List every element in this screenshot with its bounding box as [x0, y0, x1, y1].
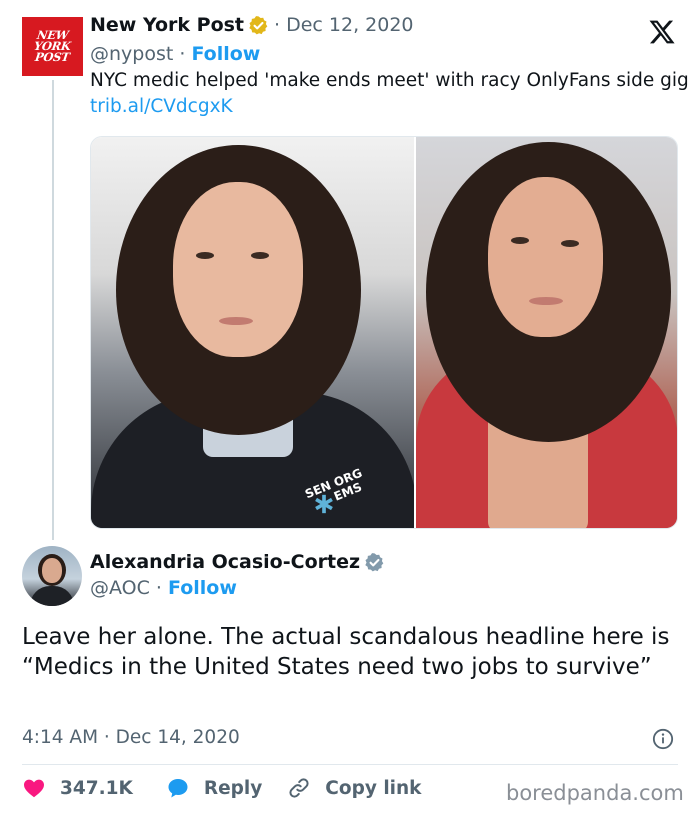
author-handle[interactable]: @AOC	[90, 577, 150, 599]
divider	[22, 764, 678, 765]
author-row: Alexandria Ocasio-Cortez	[90, 551, 385, 573]
eye-shape	[196, 252, 214, 259]
copy-link-button[interactable]: Copy link	[287, 776, 421, 800]
article-link[interactable]: trib.al/CVdcgxK	[90, 96, 233, 117]
quoted-handle[interactable]: @nypost	[90, 43, 173, 65]
reply-bubble-icon	[168, 779, 188, 798]
follow-aoc-button[interactable]: Follow	[168, 577, 237, 599]
follow-separator: ·	[149, 577, 169, 599]
quoted-date-text: Dec 12, 2020	[286, 14, 414, 36]
quoted-handle-row: @nypost · Follow	[90, 43, 260, 65]
gold-verified-badge-icon	[249, 15, 268, 34]
tweet-timestamp[interactable]: 4:14 AM · Dec 14, 2020	[22, 727, 240, 748]
thread-connector-line	[52, 80, 54, 540]
grey-verified-badge-icon	[365, 552, 384, 571]
lips-shape	[528, 297, 563, 305]
tweet-text: Leave her alone. The actual scandalous h…	[22, 624, 670, 680]
quoted-author-name[interactable]: New York Post	[90, 14, 244, 36]
copy-link-label: Copy link	[325, 777, 422, 799]
avatar-jacket-shape	[30, 586, 74, 606]
quoted-date[interactable]: · Dec 12, 2020	[274, 14, 414, 36]
avatar-face-shape	[42, 558, 62, 583]
quoted-media[interactable]: SEN ORG EMS	[90, 136, 678, 529]
face-shape	[173, 182, 303, 357]
author-handle-row: @AOC · Follow	[90, 577, 237, 599]
author-name[interactable]: Alexandria Ocasio-Cortez	[90, 551, 360, 573]
media-photo-left[interactable]: SEN ORG EMS	[91, 137, 416, 528]
quoted-text-body: NYC medic helped 'make ends meet' with r…	[90, 70, 689, 91]
link-icon	[289, 778, 309, 798]
heart-icon	[24, 779, 44, 798]
face-shape	[487, 177, 603, 337]
watermark: boredpanda.com	[506, 781, 684, 805]
follow-nypost-button[interactable]: Follow	[191, 43, 260, 65]
reply-label: Reply	[203, 777, 263, 799]
like-button[interactable]: 347.1K	[22, 776, 133, 800]
quoted-author-row: New York Post · Dec 12, 2020	[90, 14, 414, 36]
eye-shape	[251, 252, 269, 259]
like-count: 347.1K	[60, 777, 133, 799]
logo-line-3: POST	[34, 50, 71, 64]
nypost-avatar[interactable]: NEW YORK POST	[22, 17, 83, 76]
quoted-tweet-text: NYC medic helped 'make ends meet' with r…	[90, 68, 690, 120]
info-icon[interactable]	[652, 728, 674, 750]
media-photo-right[interactable]	[415, 137, 677, 528]
aoc-avatar[interactable]	[22, 546, 82, 606]
lips-shape	[219, 317, 253, 325]
action-bar: 347.1K Reply Copy link	[22, 776, 421, 800]
date-separator: ·	[274, 14, 287, 36]
x-logo-icon[interactable]	[648, 18, 676, 46]
follow-separator: ·	[173, 43, 192, 65]
eye-shape	[510, 237, 529, 244]
reply-button[interactable]: Reply	[166, 776, 262, 800]
eye-shape	[560, 240, 579, 247]
